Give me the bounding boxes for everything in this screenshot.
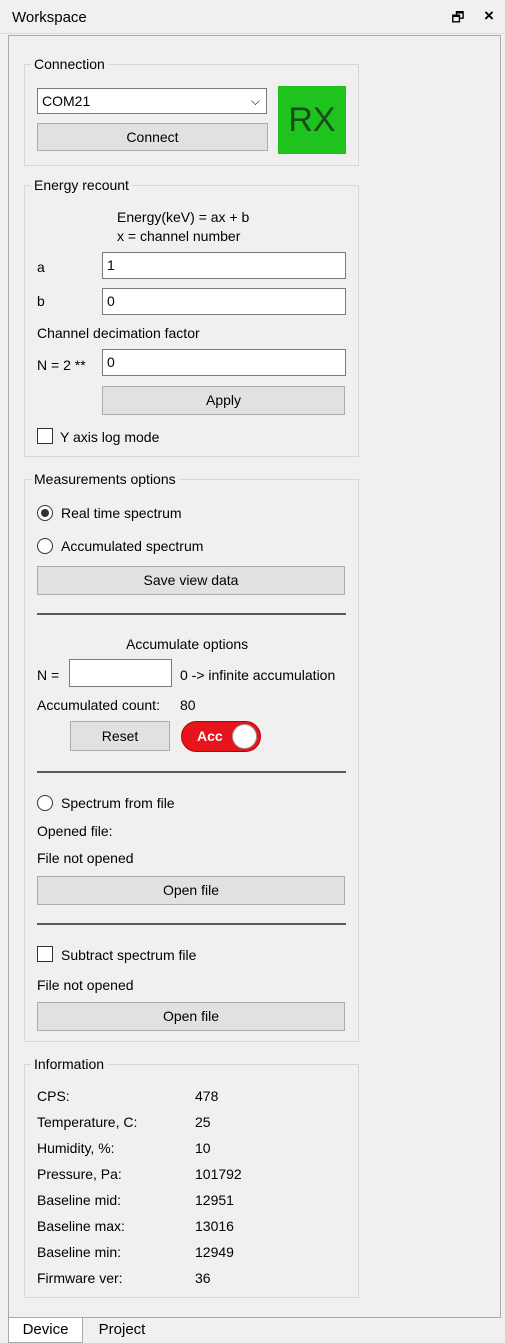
dock-title-bar: Workspace 🗗 × (0, 0, 505, 34)
ylog-label: Y axis log mode (60, 429, 160, 445)
n-power-label: N = 2 ** (37, 357, 86, 373)
info-value: 25 (195, 1114, 211, 1130)
acc-toggle-label: Acc (197, 728, 223, 744)
acc-n-hint: 0 -> infinite accumulation (180, 667, 336, 683)
float-window-icon[interactable]: 🗗 (449, 8, 467, 26)
acc-count-label: Accumulated count: (37, 697, 160, 713)
ylog-checkbox[interactable] (37, 428, 53, 444)
info-value: 13016 (195, 1218, 234, 1234)
apply-button[interactable]: Apply (102, 386, 345, 415)
acc-n-label: N = (37, 667, 60, 683)
divider (37, 923, 346, 925)
file-status: File not opened (37, 850, 134, 866)
energy-group-title: Energy recount (31, 177, 132, 193)
formula-line-2: x = channel number (117, 228, 241, 244)
open-subtract-file-button[interactable]: Open file (37, 1002, 345, 1031)
divider (37, 613, 346, 615)
open-file-button[interactable]: Open file (37, 876, 345, 905)
b-input[interactable]: 0 (102, 288, 346, 315)
b-label: b (37, 293, 45, 309)
realtime-radio[interactable] (37, 505, 53, 521)
info-value: 36 (195, 1270, 211, 1286)
chevron-down-icon: ⌵ (250, 94, 260, 108)
info-value: 478 (195, 1088, 219, 1104)
rx-indicator: RX (278, 86, 346, 154)
acc-toggle-knob (232, 724, 257, 749)
port-select[interactable]: COM21 ⌵ (37, 88, 267, 114)
save-view-data-button[interactable]: Save view data (37, 566, 345, 595)
formula-line-1: Energy(keV) = ax + b (117, 209, 250, 225)
realtime-label: Real time spectrum (61, 505, 182, 521)
subtract-file-status: File not opened (37, 977, 134, 993)
reset-button[interactable]: Reset (70, 721, 170, 751)
window-title: Workspace (12, 9, 87, 26)
opened-file-label: Opened file: (37, 823, 113, 839)
acc-n-input[interactable] (69, 659, 172, 687)
a-input[interactable]: 1 (102, 252, 346, 279)
info-label: Temperature, C: (37, 1114, 138, 1130)
a-label: a (37, 259, 45, 275)
info-label: Humidity, %: (37, 1140, 115, 1156)
connection-group-title: Connection (31, 56, 108, 72)
info-label: Pressure, Pa: (37, 1166, 122, 1182)
subtract-checkbox[interactable] (37, 946, 53, 962)
info-label: Baseline max: (37, 1218, 125, 1234)
info-value: 12949 (195, 1244, 234, 1260)
tab-project[interactable]: Project (87, 1318, 157, 1343)
accumulated-label: Accumulated spectrum (61, 538, 204, 554)
info-label: CPS: (37, 1088, 70, 1104)
close-icon[interactable]: × (480, 7, 498, 25)
decimation-input[interactable]: 0 (102, 349, 346, 376)
decimation-label: Channel decimation factor (37, 325, 200, 341)
info-label: Baseline min: (37, 1244, 122, 1260)
divider (37, 771, 346, 773)
port-select-value: COM21 (42, 93, 91, 109)
measurements-group-title: Measurements options (31, 471, 179, 487)
information-group-title: Information (31, 1056, 108, 1072)
info-value: 10 (195, 1140, 211, 1156)
subtract-label: Subtract spectrum file (61, 947, 197, 963)
spectrum-file-label: Spectrum from file (61, 795, 175, 811)
info-value: 101792 (195, 1166, 242, 1182)
info-label: Firmware ver: (37, 1270, 123, 1286)
acc-count-value: 80 (180, 697, 196, 713)
tab-device[interactable]: Device (8, 1318, 83, 1343)
info-value: 12951 (195, 1192, 234, 1208)
connect-button[interactable]: Connect (37, 123, 268, 151)
info-label: Baseline mid: (37, 1192, 122, 1208)
acc-toggle[interactable]: Acc (181, 721, 261, 752)
accumulate-options-title: Accumulate options (126, 636, 249, 652)
accumulated-radio[interactable] (37, 538, 53, 554)
spectrum-file-radio[interactable] (37, 795, 53, 811)
